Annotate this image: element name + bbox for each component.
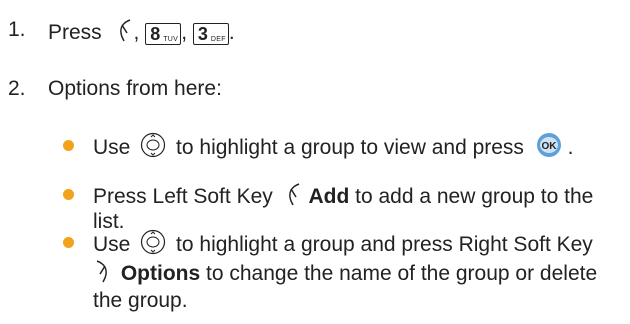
key-8-icon: 8 TUV	[145, 22, 182, 45]
bullet-dot	[63, 189, 74, 200]
add-label: Add	[308, 185, 350, 209]
bullet-end: .	[567, 136, 574, 160]
bullet-post: to change the name of the group or delet…	[206, 262, 598, 286]
bullet-continuation: the group.	[93, 289, 188, 312]
options-label: Options	[120, 262, 201, 286]
bullet-text: Use to highlight a group to view and pre…	[93, 132, 573, 165]
step-number: 1.	[8, 18, 26, 41]
bullet-text-a: to highlight a group to view and press	[176, 136, 524, 160]
bullet-dot	[63, 140, 74, 151]
bullet-use: Use	[93, 233, 131, 257]
step-number: 2.	[8, 77, 26, 100]
bullet-dot	[63, 237, 74, 248]
right-soft-key-icon	[93, 258, 111, 291]
ok-key-icon: OK	[536, 132, 562, 165]
svg-text:OK: OK	[541, 141, 557, 152]
left-soft-key-icon	[285, 181, 303, 214]
key-3-icon: 3 DEF	[192, 22, 229, 45]
step-label: Press	[48, 21, 102, 45]
bullet-post: to add a new group to the	[355, 185, 594, 209]
bullet-text: Press Left Soft Key Add to add a new gro…	[93, 181, 593, 214]
bullet-text-a: to highlight a group and press Right Sof…	[176, 233, 593, 257]
step-text: Options from here:	[48, 77, 222, 100]
navigation-key-icon	[140, 132, 166, 165]
bullet-text: Options to change the name of the group …	[93, 258, 597, 291]
bullet-use: Use	[93, 136, 131, 160]
bullet-pre: Press Left Soft Key	[93, 185, 273, 209]
left-soft-key-icon	[116, 17, 134, 50]
step-text: Press , 8 TUV , 3 DEF .	[48, 17, 235, 50]
